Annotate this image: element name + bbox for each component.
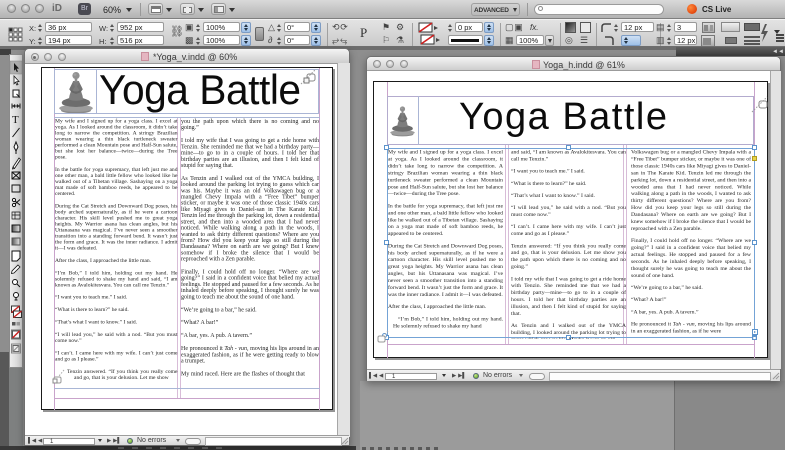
svg-text:T: T (12, 114, 19, 126)
